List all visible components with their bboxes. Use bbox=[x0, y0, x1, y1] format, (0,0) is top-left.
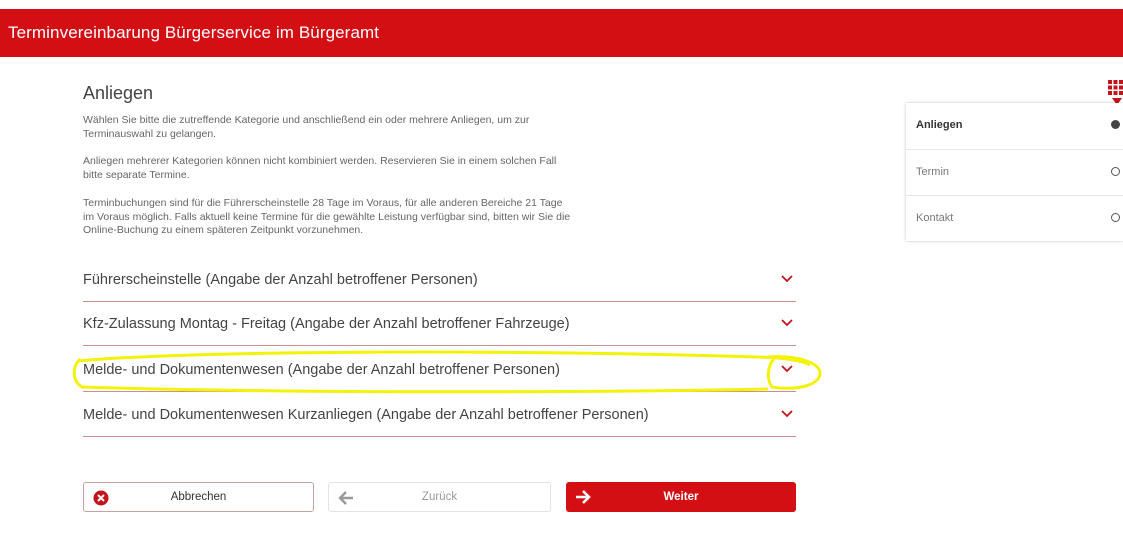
arrow-right-icon bbox=[576, 490, 591, 504]
next-label: Weiter bbox=[663, 491, 699, 503]
step-pending-indicator bbox=[1111, 167, 1120, 176]
cancel-button[interactable]: Abbrechen bbox=[83, 482, 314, 512]
cancel-label: Abbrechen bbox=[170, 491, 227, 503]
back-button[interactable]: Zurück bbox=[328, 482, 551, 512]
header-bar: Terminvereinbarung Bürgerservice im Bürg… bbox=[0, 9, 1123, 57]
step-kontakt: Kontakt bbox=[906, 195, 1123, 241]
step-termin: Termin bbox=[906, 149, 1123, 195]
step-label: Anliegen bbox=[916, 119, 963, 131]
combination-note: Anliegen mehrerer Kategorien können nich… bbox=[83, 155, 557, 181]
chevron-down-icon[interactable] bbox=[780, 317, 794, 329]
category-label: Führerscheinstelle (Angabe der Anzahl be… bbox=[83, 272, 478, 288]
grid-menu-icon[interactable] bbox=[1108, 80, 1123, 95]
arrow-left-icon bbox=[338, 491, 353, 505]
step-label: Kontakt bbox=[916, 212, 954, 224]
intro-paragraph: Wählen Sie bitte die zutreffende Kategor… bbox=[83, 114, 530, 140]
chevron-down-icon[interactable] bbox=[780, 273, 794, 285]
chevron-down-icon[interactable] bbox=[780, 363, 794, 375]
category-label: Melde- und Dokumentenwesen (Angabe der A… bbox=[83, 362, 560, 378]
category-label: Kfz-Zulassung Montag - Freitag (Angabe d… bbox=[83, 316, 570, 332]
back-label: Zurück bbox=[421, 491, 458, 503]
section-heading: Anliegen bbox=[83, 83, 154, 103]
progress-steps: Anliegen Termin Kontakt bbox=[906, 103, 1123, 241]
chevron-down-icon[interactable] bbox=[780, 408, 794, 420]
page-title: Terminvereinbarung Bürgerservice im Bürg… bbox=[8, 23, 380, 42]
category-fuehrerscheinstelle[interactable]: Führerscheinstelle (Angabe der Anzahl be… bbox=[83, 263, 796, 302]
next-button[interactable]: Weiter bbox=[566, 482, 796, 512]
close-circle-icon bbox=[93, 490, 109, 506]
step-anliegen: Anliegen bbox=[906, 103, 1123, 148]
category-label: Melde- und Dokumentenwesen Kurzanliegen … bbox=[83, 407, 649, 423]
category-melde-kurzanliegen[interactable]: Melde- und Dokumentenwesen Kurzanliegen … bbox=[83, 398, 796, 437]
booking-info: Terminbuchungen sind für die Führerschei… bbox=[83, 197, 571, 236]
category-melde-dokumentenwesen[interactable]: Melde- und Dokumentenwesen (Angabe der A… bbox=[83, 353, 796, 392]
category-kfz-zulassung[interactable]: Kfz-Zulassung Montag - Freitag (Angabe d… bbox=[83, 307, 796, 346]
step-active-indicator bbox=[1111, 120, 1120, 129]
step-pending-indicator bbox=[1111, 213, 1120, 222]
step-label: Termin bbox=[916, 166, 950, 178]
